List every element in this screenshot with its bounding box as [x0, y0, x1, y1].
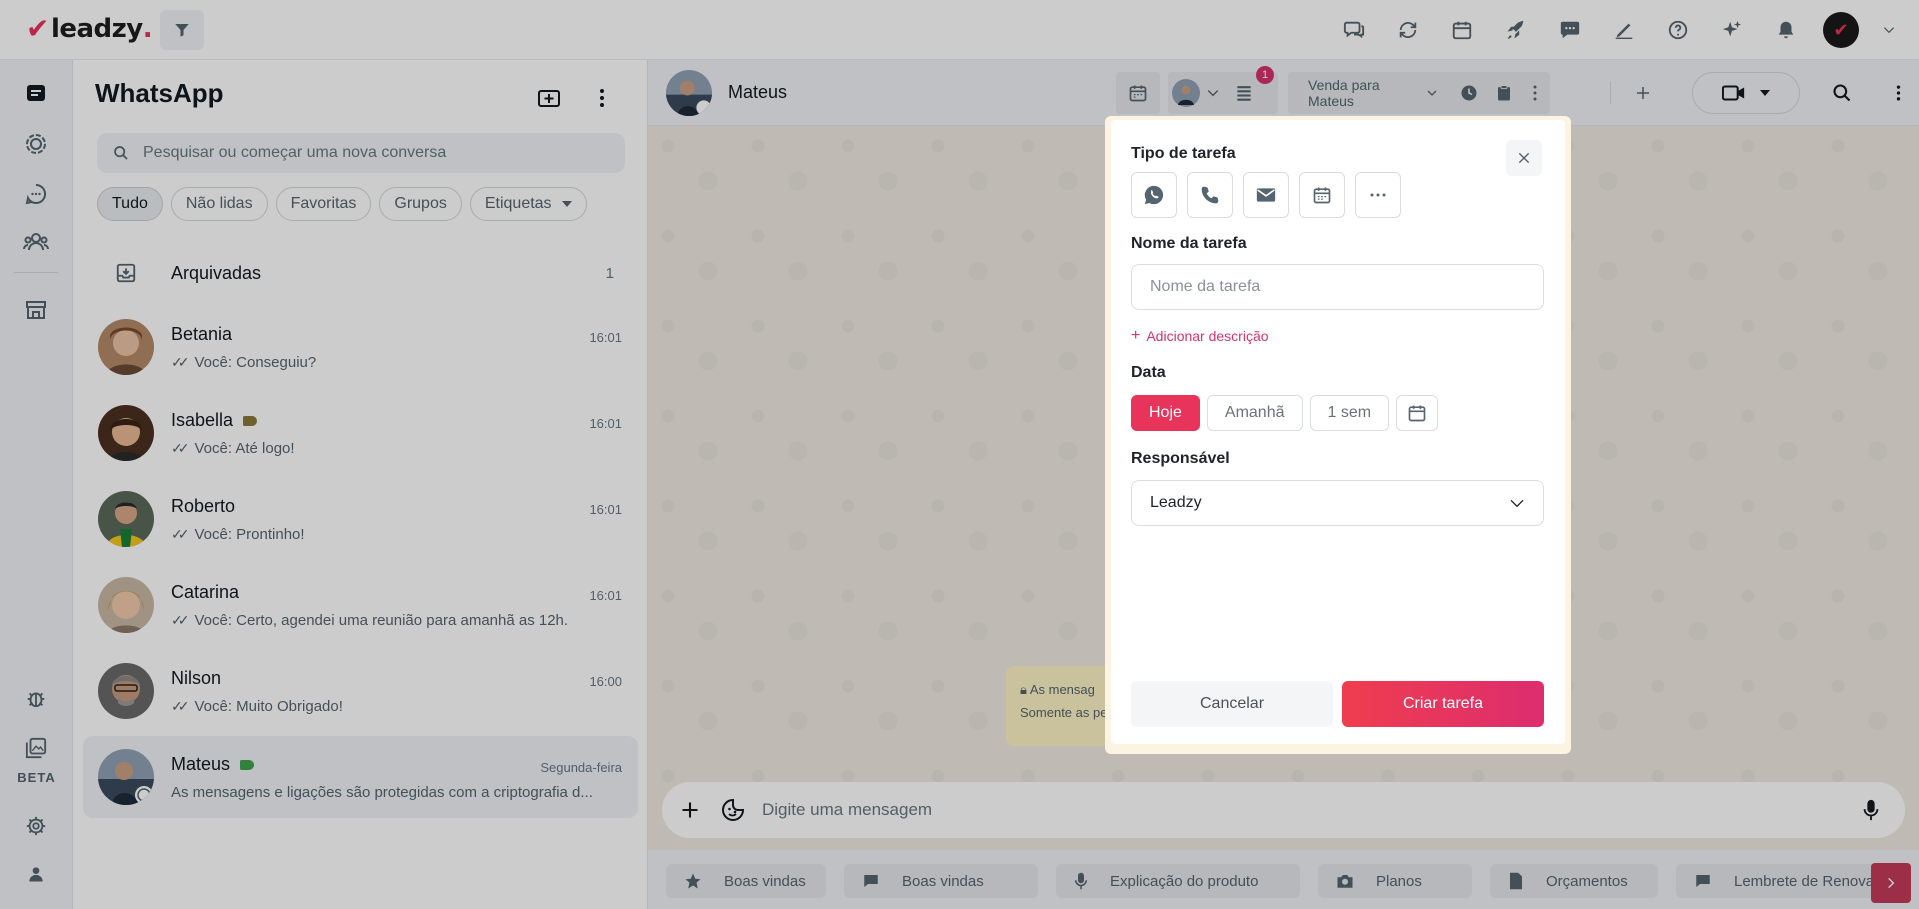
more-icon [1370, 193, 1386, 197]
plus-icon: + [1131, 327, 1141, 344]
chevron-down-icon [1510, 499, 1524, 508]
task-type-label: Tipo de tarefa [1131, 145, 1236, 162]
responsible-select[interactable]: Leadzy [1131, 480, 1544, 526]
responsible-label: Responsável [1131, 450, 1230, 467]
date-options: Hoje Amanhã 1 sem [1131, 395, 1439, 431]
task-type-whatsapp[interactable] [1131, 172, 1177, 218]
date-label: Data [1131, 364, 1166, 381]
date-option-today[interactable]: Hoje [1131, 395, 1200, 431]
date-option-one-week[interactable]: 1 sem [1309, 395, 1390, 431]
task-type-meeting[interactable] [1299, 172, 1345, 218]
modal-backdrop[interactable] [0, 0, 1919, 909]
create-task-modal: Tipo de tarefa Nome da tarefa + Adicionar… [1111, 120, 1565, 744]
cancel-button[interactable]: Cancelar [1131, 681, 1333, 727]
responsible-value: Leadzy [1150, 494, 1202, 511]
email-icon [1256, 188, 1276, 202]
task-type-email[interactable] [1243, 172, 1289, 218]
task-name-input[interactable] [1131, 264, 1544, 310]
add-description-label: Adicionar descrição [1146, 328, 1269, 344]
calendar-icon [1313, 187, 1331, 204]
task-type-options [1131, 172, 1401, 218]
task-type-more[interactable] [1355, 172, 1401, 218]
create-task-button[interactable]: Criar tarefa [1342, 681, 1544, 727]
close-icon [1518, 152, 1530, 164]
task-name-label: Nome da tarefa [1131, 235, 1247, 252]
whatsapp-icon [1144, 185, 1164, 205]
add-description-link[interactable]: + Adicionar descrição [1131, 327, 1269, 345]
close-button[interactable] [1506, 140, 1542, 176]
date-option-tomorrow[interactable]: Amanhã [1206, 395, 1303, 431]
phone-icon [1201, 186, 1219, 204]
calendar-icon [1408, 405, 1426, 422]
task-type-call[interactable] [1187, 172, 1233, 218]
date-picker-button[interactable] [1396, 395, 1439, 431]
app-root: ✔ leadzy. ✔ BETA WhatsApp Pesquisar ou c… [0, 0, 1919, 909]
